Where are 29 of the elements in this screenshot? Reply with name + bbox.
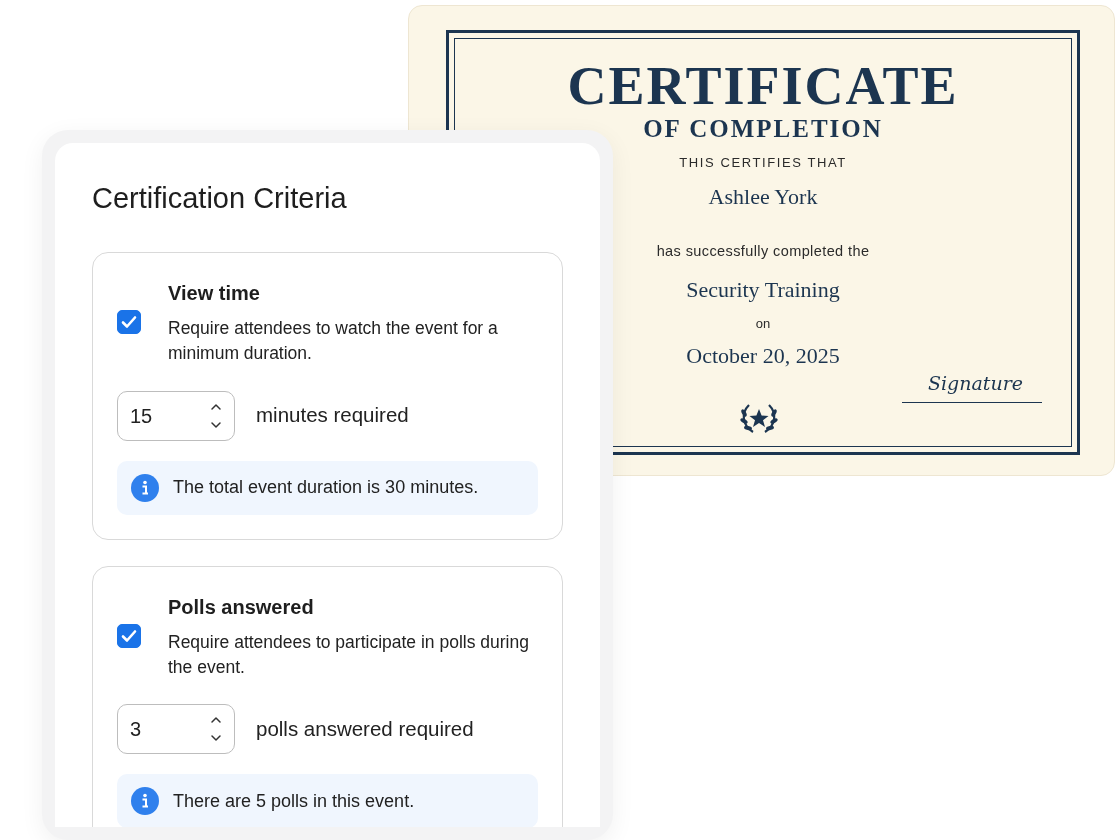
- date-prefix: on: [755, 314, 771, 333]
- spinner-arrows-icon[interactable]: [210, 402, 222, 429]
- certificate-intro: THIS CERTIFIES THAT: [679, 153, 847, 172]
- laurel-star-icon: [739, 401, 779, 435]
- certificate-subtitle: OF COMPLETION: [643, 115, 883, 143]
- criterion-title: Polls answered: [168, 594, 315, 620]
- panel-title: Certification Criteria: [92, 181, 348, 216]
- spinner-arrows-icon[interactable]: [210, 716, 222, 743]
- criterion-title: View time: [168, 280, 261, 306]
- info-text: The total event duration is 30 minutes.: [173, 476, 479, 500]
- unit-label: polls answered required: [256, 715, 474, 742]
- info-icon: [131, 473, 159, 502]
- unit-label: minutes required: [256, 402, 409, 429]
- checkmark-icon: [121, 315, 137, 330]
- number-field[interactable]: 15: [117, 390, 235, 441]
- signature-line: Signature: [902, 369, 1042, 403]
- recipient-name: Ashlee York: [708, 183, 818, 211]
- number-field[interactable]: 3: [117, 704, 235, 755]
- checkbox[interactable]: [117, 310, 141, 335]
- criterion-description: Require attendees to watch the event for a minimum duration.: [168, 316, 499, 366]
- checkbox[interactable]: [117, 623, 141, 648]
- completion-date: October 20, 2025: [686, 342, 840, 371]
- certificate-title: CERTIFICATE: [567, 59, 959, 113]
- criterion-description: Require attendees to participate in polls during the event.: [168, 630, 530, 679]
- info-icon: [131, 787, 159, 816]
- course-name: Security Training: [686, 275, 840, 304]
- certificate-statement: has successfully completed the: [656, 242, 870, 261]
- info-text: There are 5 polls in this event.: [173, 789, 415, 813]
- checkmark-icon: [121, 628, 137, 643]
